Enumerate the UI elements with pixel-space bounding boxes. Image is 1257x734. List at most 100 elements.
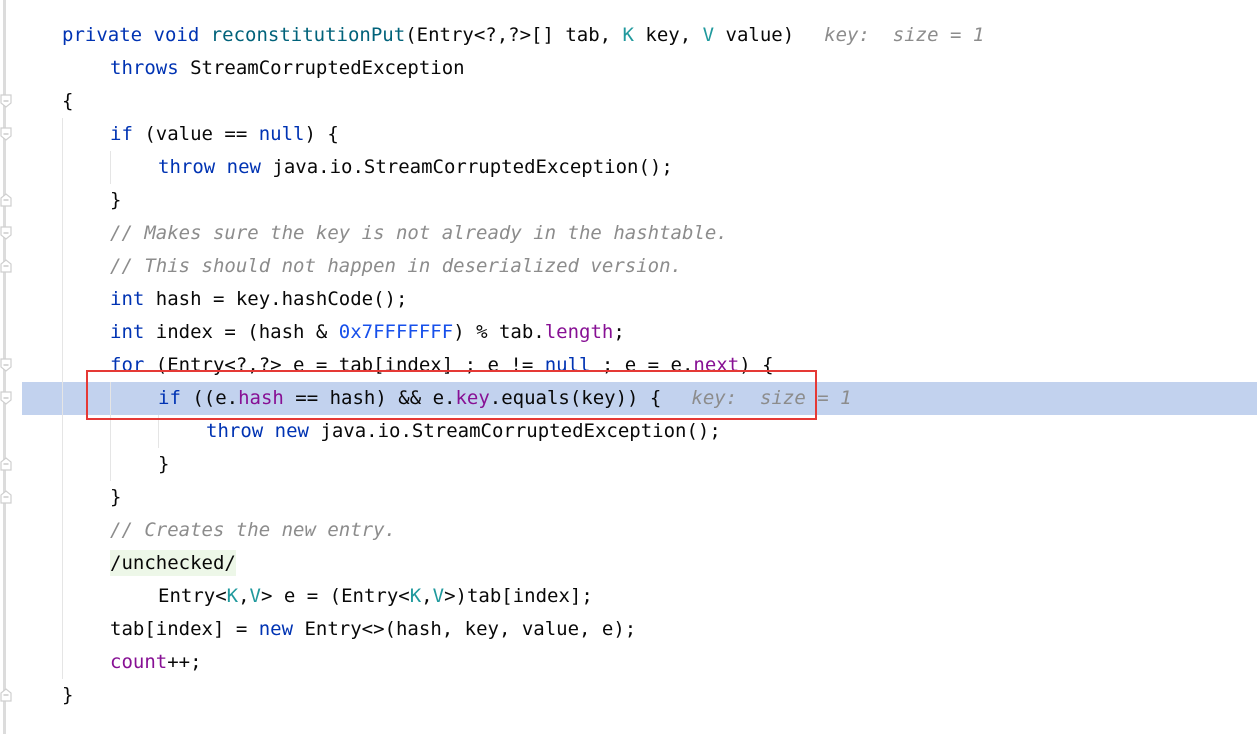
code-token: >)tab[index]; — [444, 585, 593, 607]
code-line[interactable]: } — [0, 448, 1257, 481]
code-token: if — [110, 123, 145, 145]
code-line[interactable]: int hash = key.hashCode(); — [0, 283, 1257, 316]
code-token: int — [110, 288, 156, 310]
code-token: length — [544, 321, 614, 343]
code-token: (Entry<?,?>[] tab, — [405, 24, 623, 46]
indent-guide — [62, 118, 63, 679]
code-token: V — [432, 585, 445, 607]
code-line[interactable]: for (Entry<?,?> e = tab[index] ; e != nu… — [0, 349, 1257, 382]
code-text: } — [62, 679, 73, 712]
code-token: value) — [714, 24, 795, 46]
code-line[interactable]: Entry<K,V> e = (Entry<K,V>)tab[index]; — [0, 580, 1257, 613]
fold-collapse-icon[interactable] — [0, 94, 12, 108]
code-token: == hash) && e. — [283, 387, 456, 409]
code-line[interactable]: throw new java.io.StreamCorruptedExcepti… — [0, 151, 1257, 184]
fold-collapse-icon[interactable] — [0, 391, 12, 405]
code-token: K — [622, 24, 634, 46]
code-line[interactable]: tab[index] = new Entry<>(hash, key, valu… — [0, 613, 1257, 646]
code-line[interactable]: } — [0, 481, 1257, 514]
code-token: int — [110, 321, 156, 343]
code-text: /unchecked/ — [110, 547, 236, 580]
fold-end-icon[interactable] — [0, 259, 12, 273]
fold-end-icon[interactable] — [0, 193, 12, 207]
code-comment: // Makes sure the key is not already in … — [110, 222, 728, 244]
code-line[interactable]: int index = (hash & 0x7FFFFFFF) % tab.le… — [0, 316, 1257, 349]
code-comment: // This should not happen in deserialize… — [110, 255, 682, 277]
code-token: reconstitutionPut — [210, 24, 406, 46]
code-token: throws — [110, 57, 191, 79]
indent-guide — [158, 415, 159, 448]
code-token: tab[index] = — [110, 618, 259, 640]
fold-end-icon[interactable] — [0, 688, 12, 702]
code-token: for — [110, 354, 156, 376]
code-line[interactable]: private void reconstitutionPut(Entry<?,?… — [0, 19, 1257, 52]
code-token: K — [226, 585, 239, 607]
code-token: ++; — [167, 651, 202, 673]
code-token: V — [249, 585, 261, 607]
code-token: null — [544, 354, 591, 376]
code-token: throw — [206, 420, 275, 442]
code-line[interactable]: // This should not happen in deserialize… — [0, 250, 1257, 283]
code-text: // Makes sure the key is not already in … — [110, 217, 728, 250]
fold-end-icon[interactable] — [0, 457, 12, 471]
code-token: null — [258, 123, 305, 145]
code-token: StreamCorruptedException — [190, 57, 465, 79]
code-token: ) { — [739, 354, 774, 376]
code-token: .equals(key)) { — [489, 387, 662, 409]
code-line[interactable]: throw new java.io.StreamCorruptedExcepti… — [0, 415, 1257, 448]
code-line[interactable]: count++; — [0, 646, 1257, 679]
fold-collapse-icon[interactable] — [0, 358, 12, 372]
code-line[interactable]: if (value == null) { — [0, 118, 1257, 151]
code-editor[interactable]: private void reconstitutionPut(Entry<?,?… — [0, 0, 1257, 734]
code-token: ) % tab. — [453, 321, 545, 343]
indent-guide — [110, 151, 111, 184]
code-token: hash — [238, 387, 284, 409]
fold-end-icon[interactable] — [0, 490, 12, 504]
code-token: new — [274, 420, 321, 442]
code-token: ) { — [304, 123, 339, 145]
code-token: } — [110, 189, 122, 211]
code-line[interactable]: // Creates the new entry. — [0, 514, 1257, 547]
code-line[interactable]: } — [0, 679, 1257, 712]
fold-collapse-icon[interactable] — [0, 226, 12, 240]
code-token: next — [693, 354, 740, 376]
fold-collapse-icon[interactable] — [0, 127, 12, 141]
code-text: throw new java.io.StreamCorruptedExcepti… — [206, 415, 721, 448]
code-text: if ((e.hash == hash) && e.key.equals(key… — [158, 382, 852, 415]
code-text: } — [158, 448, 169, 481]
code-line[interactable]: throws StreamCorruptedException — [0, 52, 1257, 85]
code-token: hash = key.hashCode(); — [155, 288, 408, 310]
code-token: if — [158, 387, 193, 409]
code-token: { — [62, 90, 74, 112]
code-token: java.io.StreamCorruptedException(); — [320, 420, 721, 442]
code-text: tab[index] = new Entry<>(hash, key, valu… — [110, 613, 636, 646]
code-text: for (Entry<?,?> e = tab[index] ; e != nu… — [110, 349, 774, 382]
code-line[interactable]: { — [0, 85, 1257, 118]
code-token: , — [238, 585, 250, 607]
code-line[interactable]: } — [0, 184, 1257, 217]
code-token: (value == — [144, 123, 259, 145]
code-comment: // Creates the new entry. — [110, 519, 396, 541]
code-text: { — [62, 85, 73, 118]
code-token: ; e = e. — [590, 354, 694, 376]
code-token: Entry< — [158, 585, 227, 607]
code-text: // This should not happen in deserialize… — [110, 250, 682, 283]
code-line-current[interactable]: if ((e.hash == hash) && e.key.equals(key… — [0, 382, 1257, 415]
code-text: int hash = key.hashCode(); — [110, 283, 407, 316]
code-line[interactable]: // Makes sure the key is not already in … — [0, 217, 1257, 250]
code-token: private — [62, 24, 154, 46]
inline-debug-hint: key: size = 1 — [824, 24, 985, 46]
code-token: (Entry<?,?> e = tab[index] ; e != — [155, 354, 545, 376]
editor-gutter — [0, 0, 22, 734]
code-token: } — [158, 453, 170, 475]
code-token: V — [702, 24, 715, 46]
code-token: java.io.StreamCorruptedException(); — [272, 156, 673, 178]
indent-guide — [110, 382, 111, 481]
code-token: Entry<>(hash, key, value, e); — [304, 618, 637, 640]
code-line[interactable]: /unchecked/ — [0, 547, 1257, 580]
code-token: , — [421, 585, 433, 607]
code-token: K — [409, 585, 422, 607]
code-token: } — [110, 486, 122, 508]
code-token: > e = (Entry< — [261, 585, 410, 607]
code-token: key, — [633, 24, 703, 46]
